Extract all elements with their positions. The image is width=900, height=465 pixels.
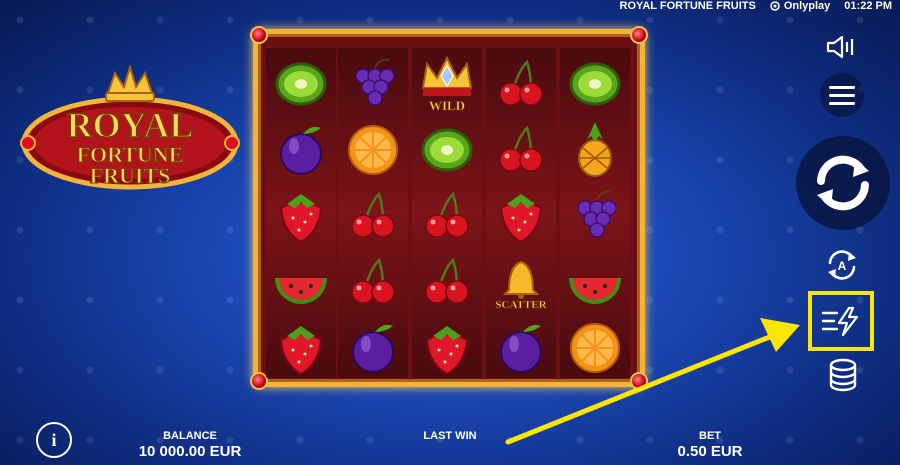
- symbol-strawberry: [268, 184, 334, 246]
- last-win-label: LAST WIN: [423, 430, 477, 442]
- scatter-icon: SCATTER: [495, 260, 548, 310]
- reel-column: [266, 48, 336, 378]
- orange-icon: [348, 125, 398, 175]
- symbol-watermelon: [268, 250, 334, 312]
- symbol-plum: [488, 316, 554, 378]
- frame-gem: [630, 372, 648, 390]
- balance-label: BALANCE: [163, 430, 217, 442]
- autoplay-button[interactable]: A: [820, 245, 864, 285]
- symbol-cherry: [340, 250, 406, 312]
- top-status-bar: ROYAL FORTUNE FRUITS Onlyplay 01:22 PM: [620, 0, 892, 12]
- sound-button[interactable]: [822, 30, 862, 64]
- info-icon: i: [51, 429, 57, 450]
- symbol-cherry: [340, 184, 406, 246]
- watermelon-icon: [275, 278, 327, 304]
- reel-frame: WILD SCATTER: [250, 26, 648, 390]
- coins-stack-icon: [829, 358, 857, 392]
- cherry-icon: [425, 191, 469, 238]
- symbol-plum: [268, 118, 334, 180]
- info-button[interactable]: i: [36, 422, 72, 458]
- frame-gem: [250, 26, 268, 44]
- provider-badge: Onlyplay: [770, 0, 830, 12]
- symbol-grapes: [340, 52, 406, 114]
- symbol-kiwi: [268, 52, 334, 114]
- symbol-kiwi: [414, 118, 480, 180]
- kiwi-icon: [421, 128, 473, 172]
- grapes-icon: [577, 190, 617, 238]
- wild-icon: WILD: [421, 55, 473, 112]
- symbol-wild: WILD: [414, 52, 480, 114]
- spin-button[interactable]: [796, 136, 890, 230]
- provider-logo-icon: [770, 1, 780, 11]
- provider-name: Onlyplay: [783, 0, 831, 12]
- reel-column: [338, 48, 408, 378]
- kiwi-icon: [275, 62, 327, 106]
- bet-settings-button[interactable]: [824, 356, 862, 396]
- cherry-icon: [425, 257, 469, 304]
- symbol-cherry: [488, 52, 554, 114]
- menu-button[interactable]: [820, 73, 864, 117]
- game-title: ROYAL FORTUNE FRUITS: [619, 0, 756, 12]
- strawberry-icon: [425, 326, 469, 376]
- turbo-lightning-icon: [821, 306, 859, 337]
- clock: 01:22 PM: [844, 0, 892, 12]
- symbol-pineapple: [562, 118, 628, 180]
- reel-column: SCATTER: [486, 48, 556, 378]
- wild-label: WILD: [429, 98, 465, 112]
- cherry-icon: [351, 257, 395, 304]
- symbol-grapes: [562, 184, 628, 246]
- cherry-icon: [499, 125, 543, 172]
- cherry-icon: [499, 59, 543, 106]
- symbol-strawberry: [488, 184, 554, 246]
- kiwi-icon: [569, 62, 621, 106]
- symbol-kiwi: [562, 52, 628, 114]
- autoplay-icon: A: [828, 250, 856, 280]
- grapes-icon: [355, 58, 395, 106]
- logo-line-1: ROYAL: [67, 105, 194, 145]
- symbol-cherry: [414, 184, 480, 246]
- symbol-plum: [340, 316, 406, 378]
- pineapple-icon: [578, 122, 612, 177]
- frame-gem: [630, 26, 648, 44]
- strawberry-icon: [279, 194, 323, 244]
- symbol-orange: [562, 316, 628, 378]
- hamburger-icon: [829, 86, 855, 105]
- reel-column: [560, 48, 630, 378]
- logo-line-3: FRUITS: [90, 163, 171, 188]
- scatter-label: SCATTER: [495, 299, 547, 310]
- strawberry-icon: [499, 194, 543, 244]
- cherry-icon: [351, 191, 395, 238]
- bet-label: BET: [699, 430, 721, 442]
- reel-column: WILD: [412, 48, 482, 378]
- watermelon-icon: [569, 278, 621, 304]
- game-logo: ROYAL FORTUNE FRUITS: [20, 63, 240, 190]
- symbol-cherry: [414, 250, 480, 312]
- plum-icon: [280, 126, 322, 175]
- symbol-strawberry: [414, 316, 480, 378]
- strawberry-icon: [279, 326, 323, 376]
- orange-icon: [570, 323, 620, 373]
- plum-icon: [352, 324, 394, 373]
- symbol-watermelon: [562, 250, 628, 312]
- autoplay-letter: A: [838, 259, 847, 273]
- symbol-scatter: SCATTER: [488, 250, 554, 312]
- bet-value: 0.50 EUR: [677, 443, 743, 460]
- spin-arrows-icon: [817, 155, 869, 211]
- speaker-icon: [826, 35, 854, 59]
- balance-value: 10 000.00 EUR: [138, 443, 242, 460]
- turbo-button[interactable]: [816, 298, 866, 344]
- symbol-strawberry: [268, 316, 334, 378]
- symbol-cherry: [488, 118, 554, 180]
- symbol-orange: [340, 118, 406, 180]
- plum-icon: [500, 324, 542, 373]
